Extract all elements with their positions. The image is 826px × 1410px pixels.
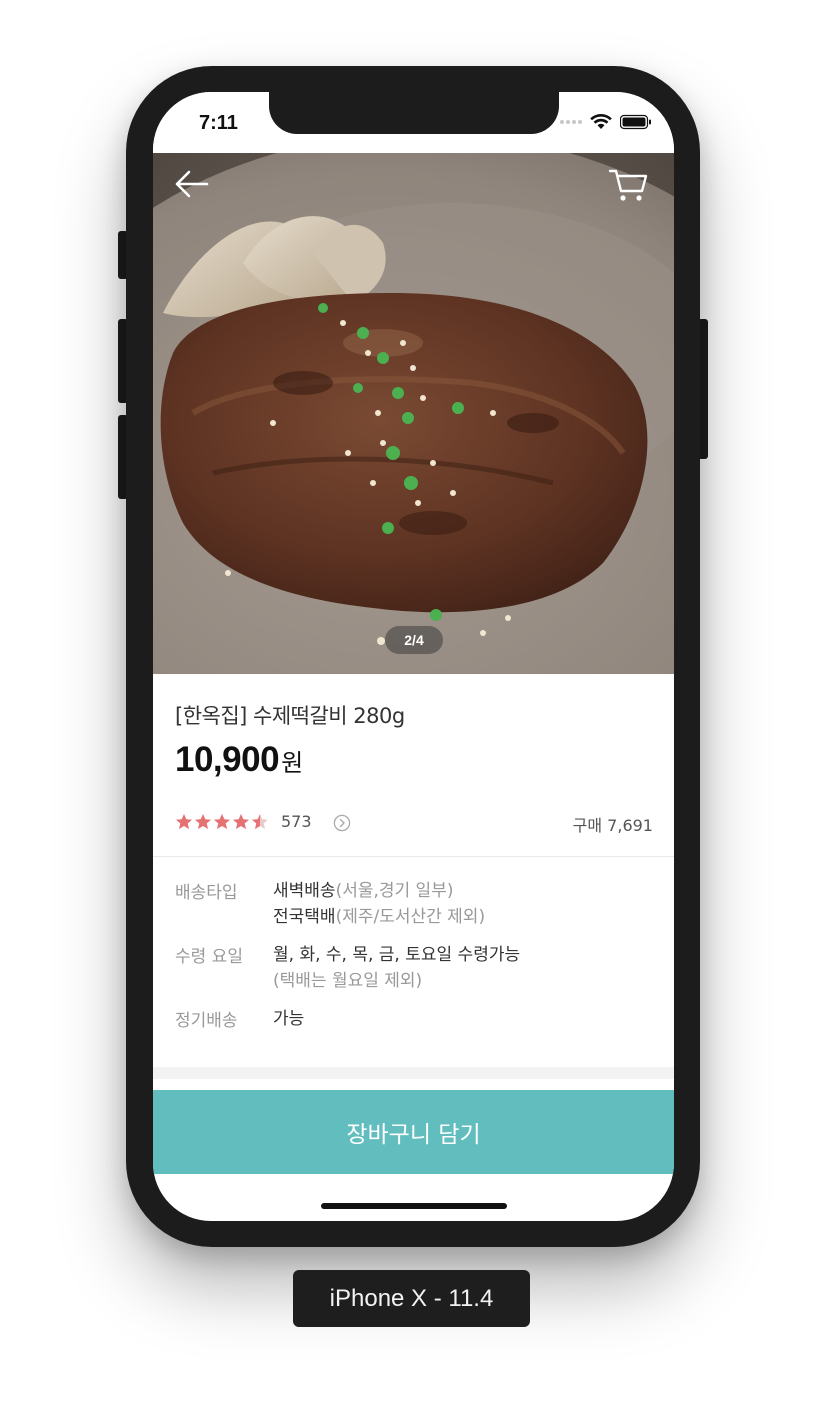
page-indicator: 2/4: [385, 626, 443, 654]
delivery-type-sub: (서울,경기 일부): [335, 881, 454, 901]
subscription-main: 가능: [273, 1009, 305, 1029]
chevron-right-circle-icon[interactable]: [333, 814, 351, 832]
price-unit: 원: [281, 749, 304, 777]
rating-row: 573 구매 7,691: [175, 810, 653, 835]
star-icon: [252, 814, 268, 829]
add-to-cart-button[interactable]: 장바구니 담기: [153, 1090, 674, 1174]
rating-stars: [175, 813, 269, 831]
subscription-label: 정기배송: [175, 1011, 238, 1031]
status-icons: [560, 114, 652, 130]
phone-screen: 7:11 2/4 [한옥집] 수제떡갈비 280g 10,900 원 573 구…: [153, 92, 674, 1221]
star-icon: [233, 814, 249, 829]
receive-days-value: 월, 화, 수, 목, 금, 토요일 수령가능 (택배는 월요일 제외): [273, 942, 520, 994]
receive-days-sub: (택배는 월요일 제외): [273, 971, 423, 991]
section-gap: [153, 1067, 674, 1079]
delivery-type-sub: (제주/도서산간 제외): [335, 907, 486, 927]
star-icon: [176, 814, 192, 829]
delivery-type-value: 새벽배송(서울,경기 일부) 전국택배(제주/도서산간 제외): [273, 878, 485, 930]
notch: [269, 92, 559, 134]
delivery-type-label: 배송타입: [175, 883, 238, 903]
product-image-carousel[interactable]: 2/4: [153, 153, 674, 674]
purchase-count: 구매 7,691: [572, 816, 653, 835]
device-label: iPhone X - 11.4: [293, 1270, 530, 1327]
subscription-value: 가능: [273, 1006, 304, 1032]
delivery-type-main: 전국택배: [273, 907, 336, 927]
status-time: 7:11: [199, 112, 238, 134]
home-indicator[interactable]: [321, 1203, 507, 1209]
simulator-stage: 7:11 2/4 [한옥집] 수제떡갈비 280g 10,900 원 573 구…: [0, 0, 826, 1410]
delivery-type-main: 새벽배송: [273, 881, 336, 901]
divider: [153, 856, 674, 857]
star-icon: [214, 814, 230, 829]
wifi-icon: [590, 114, 612, 129]
product-name: [한옥집] 수제떡갈비 280g: [175, 704, 405, 728]
price: 10,900 원: [175, 740, 303, 780]
back-button[interactable]: [173, 167, 211, 201]
star-icon: [195, 814, 211, 829]
product-photo: [153, 153, 674, 674]
review-count[interactable]: 573: [281, 812, 312, 831]
signal-dots-icon: [560, 120, 582, 124]
receive-days-label: 수령 요일: [175, 947, 243, 967]
receive-days-main: 월, 화, 수, 목, 금, 토요일 수령가능: [273, 945, 521, 965]
cart-button[interactable]: [608, 165, 648, 203]
status-bar: 7:11: [153, 92, 674, 153]
battery-icon: [620, 114, 651, 130]
price-value: 10,900: [175, 740, 280, 779]
